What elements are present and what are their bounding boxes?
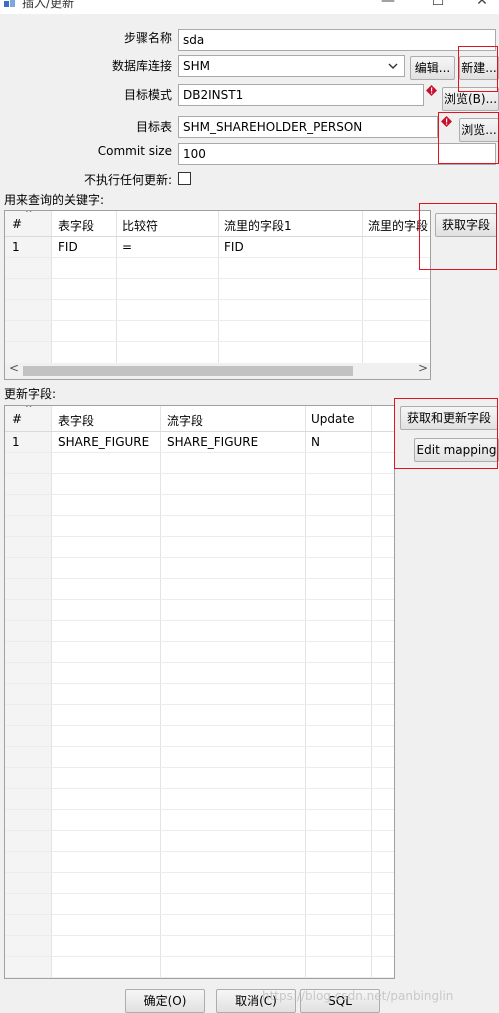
app-icon [4,0,15,7]
row-divider [5,536,394,537]
row-divider [5,683,394,684]
connection-value: SHM [183,59,210,73]
update-header-stream-field[interactable]: 流字段 [167,412,203,429]
row-divider [5,704,394,705]
get-fields-button[interactable]: 获取字段 [435,213,497,237]
key-section-label: 用来查询的关键字: [4,193,105,207]
sort-indicator-icon: ^ [25,210,33,219]
key-header-table-field[interactable]: 表字段 [58,217,94,234]
chevron-down-icon [388,63,398,69]
ok-button[interactable]: 确定(O) [125,989,205,1013]
update-header-update[interactable]: Update [311,412,354,426]
row-divider [5,662,394,663]
key-header-stream-field2[interactable]: 流里的字段 [368,217,430,234]
row-divider [5,956,394,957]
row-divider [5,578,394,579]
table-cell: 1 [12,240,20,254]
key-header-index: # [12,217,23,231]
title-bar: 插入/更新 — ☐ ✕ [0,0,499,14]
update-header-index: # [12,412,23,426]
row-divider [5,767,394,768]
connection-select[interactable]: SHM [178,55,405,77]
row-divider [5,515,394,516]
browse-schema-button[interactable]: 浏览(B)... [442,87,499,111]
row-divider [5,452,394,453]
new-connection-button[interactable]: 新建... [459,56,499,80]
row-divider [5,872,394,873]
key-header-stream-field1[interactable]: 流里的字段1 [224,217,292,234]
no-update-checkbox[interactable] [178,172,191,185]
row-divider [5,431,394,432]
row-divider [5,473,394,474]
row-divider [5,746,394,747]
target-schema-input[interactable]: DB2INST1 [178,84,424,106]
table-cell[interactable]: SHARE_FIGURE [58,435,149,449]
scroll-right-icon[interactable]: > [418,361,428,375]
update-section-label: 更新字段: [4,387,57,401]
row-divider [5,641,394,642]
update-fields-table: ^ # 表字段 流字段 Update 1 SHARE_FIGURE SHARE_… [4,405,395,979]
close-button[interactable]: ✕ [472,0,492,9]
key-header-comparator[interactable]: 比较符 [122,217,158,234]
row-divider [5,893,394,894]
step-name-input[interactable]: sda [178,29,496,51]
window-title: 插入/更新 [22,0,75,10]
row-divider [5,851,394,852]
commit-size-input[interactable]: 100 [178,143,496,165]
browse-table-button[interactable]: 浏览... [459,118,499,142]
no-update-label: 不执行任何更新: [83,173,172,187]
row-divider [5,599,394,600]
edit-connection-button[interactable]: 编辑... [410,56,455,80]
step-name-label: 步骤名称 [123,31,172,45]
maximize-button[interactable]: ☐ [428,0,448,9]
table-cell: 1 [12,435,20,449]
scroll-left-icon[interactable]: < [9,361,19,375]
warning-icon [426,85,437,96]
horizontal-scrollbar[interactable]: < > [5,361,430,379]
update-header-table-field[interactable]: 表字段 [58,412,94,429]
row-divider [5,788,394,789]
row-divider [5,620,394,621]
watermark-text: https://blog.csdn.net/panbinglin [262,989,454,1003]
target-table-label: 目标表 [135,120,172,134]
row-divider [5,809,394,810]
table-cell[interactable]: = [122,240,132,254]
connection-label: 数据库连接 [111,59,172,73]
row-divider [5,557,394,558]
minimize-button[interactable]: — [378,0,398,9]
table-cell[interactable]: FID [224,240,244,254]
key-fields-table: ^ # 表字段 比较符 流里的字段1 流里的字段 1 FID = FID < > [4,210,431,380]
warning-icon [441,116,452,127]
target-schema-label: 目标模式 [123,88,172,102]
table-cell[interactable]: SHARE_FIGURE [167,435,258,449]
table-cell[interactable]: FID [58,240,78,254]
get-update-fields-button[interactable]: 获取和更新字段 [400,406,498,430]
row-divider [5,977,394,978]
row-divider [5,830,394,831]
row-divider [5,914,394,915]
row-divider [5,725,394,726]
target-table-input[interactable]: SHM_SHAREHOLDER_PERSON [178,116,438,138]
scrollbar-thumb[interactable] [23,366,353,376]
row-divider [5,494,394,495]
row-divider [5,935,394,936]
table-cell[interactable]: N [311,435,320,449]
edit-mapping-button[interactable]: Edit mapping [414,438,499,462]
sort-indicator-icon: ^ [25,405,33,414]
commit-size-label: Commit size [97,144,172,158]
